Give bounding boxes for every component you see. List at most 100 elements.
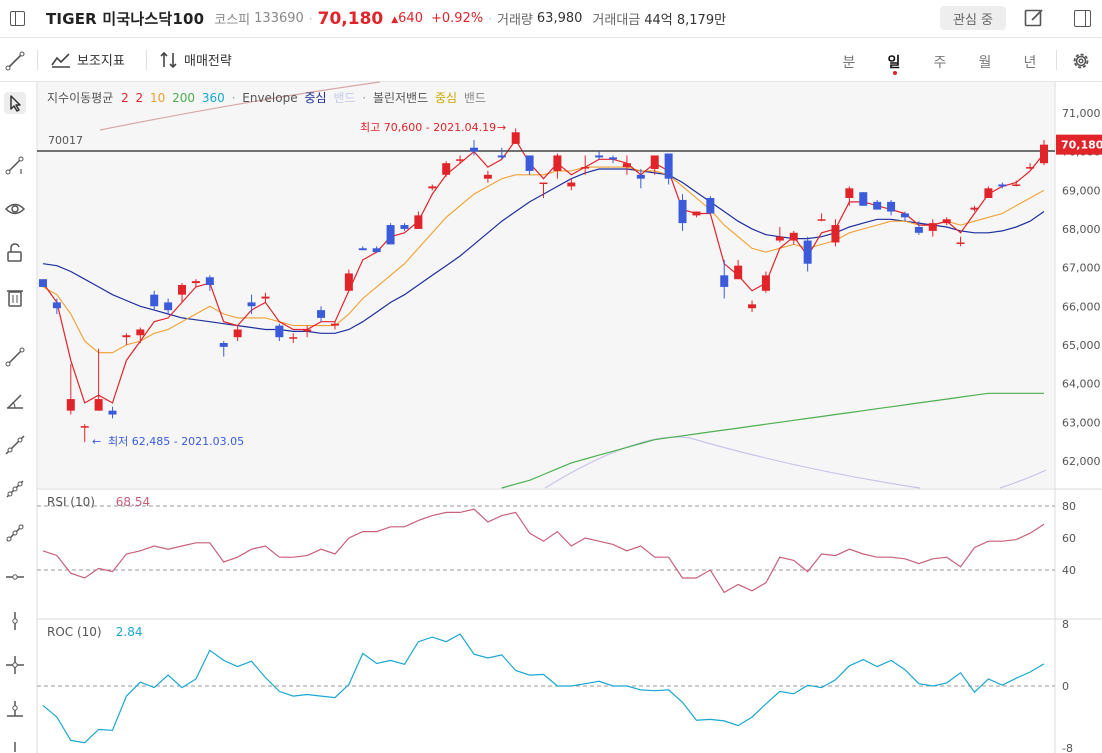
- candle-body: [39, 279, 47, 287]
- price-axis-tick: 67,000: [1062, 262, 1101, 275]
- candle-body: [761, 275, 770, 291]
- candle-body: [330, 323, 339, 326]
- roc-title: ROC (10): [47, 625, 102, 639]
- candle-body: [748, 304, 757, 309]
- envelope-legend-label[interactable]: Envelope: [242, 91, 297, 105]
- candle-body: [942, 219, 951, 224]
- rsi-axis-tick: 80: [1062, 500, 1076, 513]
- ma-period-1: 2: [121, 91, 129, 105]
- envelope-center-label: 중심: [304, 91, 327, 105]
- rsi-axis-tick: 40: [1062, 564, 1076, 577]
- candle-body: [650, 155, 659, 169]
- candle-body: [622, 163, 631, 168]
- candle-body: [317, 310, 326, 318]
- candle-body: [970, 207, 979, 210]
- candle-body: [664, 153, 673, 179]
- candle-body: [289, 337, 298, 339]
- candle-body: [164, 302, 173, 311]
- candle-body: [914, 227, 923, 233]
- candle-body: [178, 285, 187, 295]
- candle-body: [803, 240, 812, 264]
- price-axis-tick: 65,000: [1062, 339, 1101, 352]
- bollinger-legend-label[interactable]: 볼린저밴드: [373, 91, 428, 105]
- price-axis-tick: 63,000: [1062, 416, 1101, 429]
- rsi-title: RSI (10): [47, 495, 95, 509]
- legend-separator: ·: [362, 91, 367, 105]
- candle-body: [928, 223, 937, 231]
- high-annotation: 최고 70,600 - 2021.04.19: [360, 121, 496, 134]
- candle-body: [94, 399, 103, 411]
- candle-body: [553, 155, 562, 171]
- candle-body: [122, 335, 131, 338]
- candle-body: [595, 155, 604, 158]
- ma-period-360: 360: [201, 91, 225, 105]
- candle-body: [956, 242, 965, 244]
- rsi-axis-tick: 60: [1062, 532, 1076, 545]
- candle-body: [775, 236, 784, 241]
- candle-body: [497, 155, 506, 158]
- candle-body: [734, 265, 743, 280]
- envelope-band-label: 밴드: [333, 91, 356, 105]
- candle-body: [386, 225, 395, 245]
- candle-body: [372, 248, 381, 253]
- candle-body: [817, 219, 826, 221]
- candle-body: [469, 147, 478, 152]
- arrow-left-icon: ←: [92, 435, 101, 448]
- candle-body: [831, 225, 840, 243]
- candle-body: [678, 199, 687, 224]
- candle-body: [789, 232, 798, 241]
- candle-body: [400, 225, 409, 229]
- candle-body: [456, 159, 465, 161]
- ma-period-200: 200: [172, 91, 196, 105]
- candle-body: [247, 302, 256, 307]
- candle-body: [511, 132, 520, 144]
- candle-body: [720, 275, 729, 287]
- candle-body: [191, 281, 200, 284]
- candle-body: [358, 248, 367, 251]
- chart-canvas[interactable]: 62,000 63,000 64,000 65,000 66,000 67,000 68,0…: [0, 0, 1102, 753]
- ma-legend-label[interactable]: 지수이동평균: [47, 91, 113, 105]
- candle-body: [887, 201, 896, 212]
- price-axis-tick: 66,000: [1062, 300, 1101, 313]
- candle-body: [581, 167, 590, 169]
- price-axis-tick: 68,000: [1062, 223, 1101, 236]
- candle-body: [414, 215, 423, 229]
- candle-body: [567, 182, 576, 187]
- ma-period-2: 2: [135, 91, 144, 105]
- candle-body: [1012, 184, 1021, 186]
- candle-body: [1040, 144, 1048, 164]
- candle-body: [900, 213, 909, 218]
- candle-body: [998, 184, 1007, 187]
- rsi-line: [42, 508, 1045, 594]
- candle-body: [219, 343, 228, 347]
- candle-body: [52, 302, 61, 309]
- bollinger-band-label: 밴드: [463, 91, 486, 105]
- candle-body: [261, 296, 270, 299]
- candle-body: [845, 188, 854, 198]
- roc-axis-tick: 0: [1062, 680, 1069, 693]
- candle-body: [428, 186, 437, 189]
- price-pane-bg: [37, 82, 1055, 488]
- candle-body: [539, 182, 548, 185]
- candle-body: [525, 155, 534, 171]
- candle-body: [80, 426, 89, 428]
- candle-body: [233, 329, 242, 338]
- legend-separator: ·: [231, 91, 236, 105]
- price-axis-tick: 64,000: [1062, 378, 1101, 391]
- low-annotation: 최저 62,485 - 2021.03.05: [108, 435, 244, 448]
- candle-body: [873, 201, 882, 210]
- roc-line: [42, 633, 1045, 744]
- candle-body: [706, 198, 715, 214]
- candle-body: [205, 277, 214, 285]
- hline-label: 70017: [48, 134, 83, 147]
- candle-body: [1026, 167, 1035, 169]
- candle-body: [442, 163, 451, 175]
- candle-body: [275, 325, 284, 338]
- candle-body: [66, 399, 75, 411]
- candle-body: [984, 188, 993, 198]
- ma-period-10: 10: [150, 91, 166, 105]
- candle-body: [303, 329, 312, 332]
- candle-body: [344, 273, 353, 291]
- roc-axis-tick: -8: [1062, 742, 1073, 753]
- candle-body: [609, 157, 618, 160]
